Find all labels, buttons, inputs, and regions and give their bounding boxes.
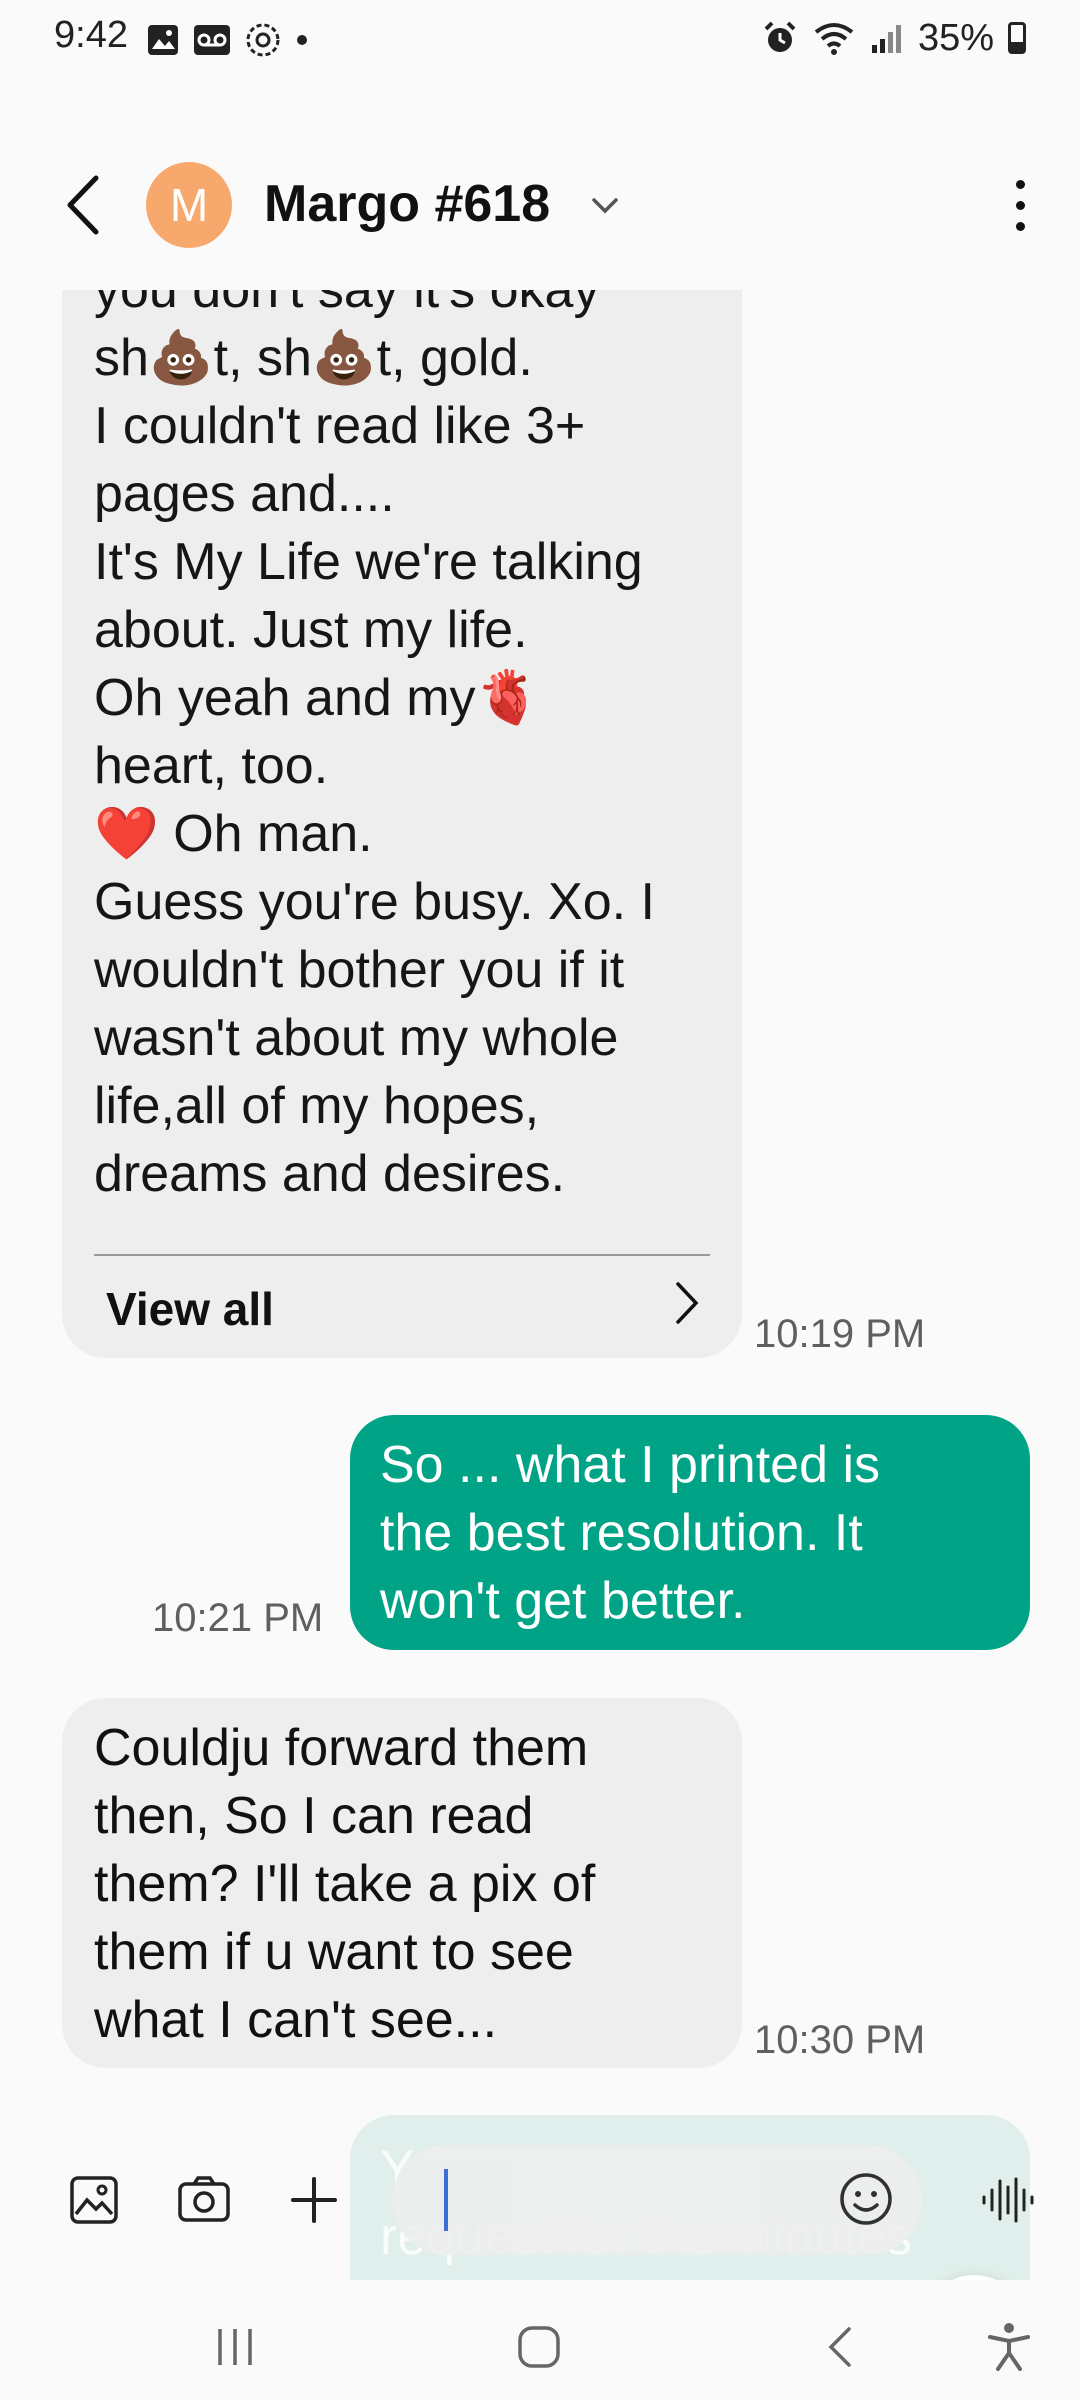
emoji-button[interactable] xyxy=(836,2169,896,2229)
alarm-icon xyxy=(764,21,796,52)
status-left-icons xyxy=(146,20,310,60)
attach-button[interactable] xyxy=(284,2170,344,2230)
battery-fill xyxy=(1011,41,1023,51)
status-right-icons: 35% xyxy=(762,16,1026,60)
message-timestamp: 10:21 PM xyxy=(152,1596,324,1640)
wifi-icon xyxy=(814,23,854,55)
gallery-button[interactable] xyxy=(64,2170,124,2230)
more-dot xyxy=(1015,179,1025,189)
message-input[interactable] xyxy=(452,2165,836,2237)
signal-icon xyxy=(871,25,901,53)
message-text: So ... what I printed is the best resolu… xyxy=(380,1436,881,1630)
status-time: 9:42 xyxy=(54,14,128,56)
conversation-header: M Margo #618 xyxy=(0,150,1080,260)
image-icon xyxy=(148,25,178,55)
voicemail-icon xyxy=(194,25,230,55)
message-list[interactable]: you don't say it's okay sh💩t, sh💩t, gold… xyxy=(0,290,1080,2280)
incoming-message-bubble[interactable]: Couldju forward them then, So I can read… xyxy=(62,1698,742,2068)
message-input-container[interactable] xyxy=(392,2145,922,2255)
emoji-icon xyxy=(840,2173,892,2225)
home-button[interactable] xyxy=(504,2312,574,2382)
battery-percent: 35% xyxy=(917,16,994,59)
chevron-right-icon[interactable] xyxy=(672,1278,702,1328)
contact-details-dropdown[interactable] xyxy=(590,190,620,220)
text-cursor xyxy=(444,2169,448,2231)
plus-icon xyxy=(291,2177,337,2223)
accessibility-button[interactable] xyxy=(974,2312,1044,2382)
back-icon xyxy=(828,2327,851,2367)
more-options-button[interactable] xyxy=(1000,170,1040,240)
recents-button[interactable] xyxy=(200,2312,270,2382)
compose-bar xyxy=(0,2140,1080,2260)
avatar-initial: M xyxy=(169,179,209,231)
message-timestamp: 10:19 PM xyxy=(754,1312,926,1356)
back-button[interactable] xyxy=(56,172,116,238)
outgoing-message-bubble[interactable]: So ... what I printed is the best resolu… xyxy=(350,1415,1030,1650)
camera-button[interactable] xyxy=(174,2170,234,2230)
system-navigation-bar xyxy=(0,2290,1080,2400)
voice-message-button[interactable] xyxy=(976,2170,1040,2230)
avatar[interactable]: M xyxy=(146,162,232,248)
divider xyxy=(94,1254,710,1256)
more-dot xyxy=(1015,200,1025,210)
gallery-icon xyxy=(70,2176,118,2224)
battery-icon xyxy=(1008,22,1026,54)
recents-icon xyxy=(218,2329,252,2365)
view-all-button[interactable]: View all xyxy=(106,1282,274,1336)
more-dot xyxy=(1015,221,1025,231)
camera-icon xyxy=(178,2176,230,2222)
dot-icon xyxy=(297,35,307,45)
message-text: you don't say it's okay sh💩t, sh💩t, gold… xyxy=(94,290,656,1203)
status-bar: 9:42 35% xyxy=(0,0,1080,80)
accessibility-icon xyxy=(988,2323,1030,2371)
settings-badge-icon xyxy=(246,23,280,57)
contact-name[interactable]: Margo #618 xyxy=(264,174,550,234)
back-arrow-icon xyxy=(67,175,99,235)
home-icon xyxy=(518,2326,560,2368)
chevron-down-icon xyxy=(592,198,618,214)
voice-waveform-icon xyxy=(982,2177,1034,2223)
system-back-button[interactable] xyxy=(806,2312,876,2382)
message-text: Couldju forward them then, So I can read… xyxy=(94,1719,596,2049)
message-timestamp: 10:30 PM xyxy=(754,2018,926,2062)
incoming-message-bubble[interactable]: you don't say it's okay sh💩t, sh💩t, gold… xyxy=(62,290,742,1358)
